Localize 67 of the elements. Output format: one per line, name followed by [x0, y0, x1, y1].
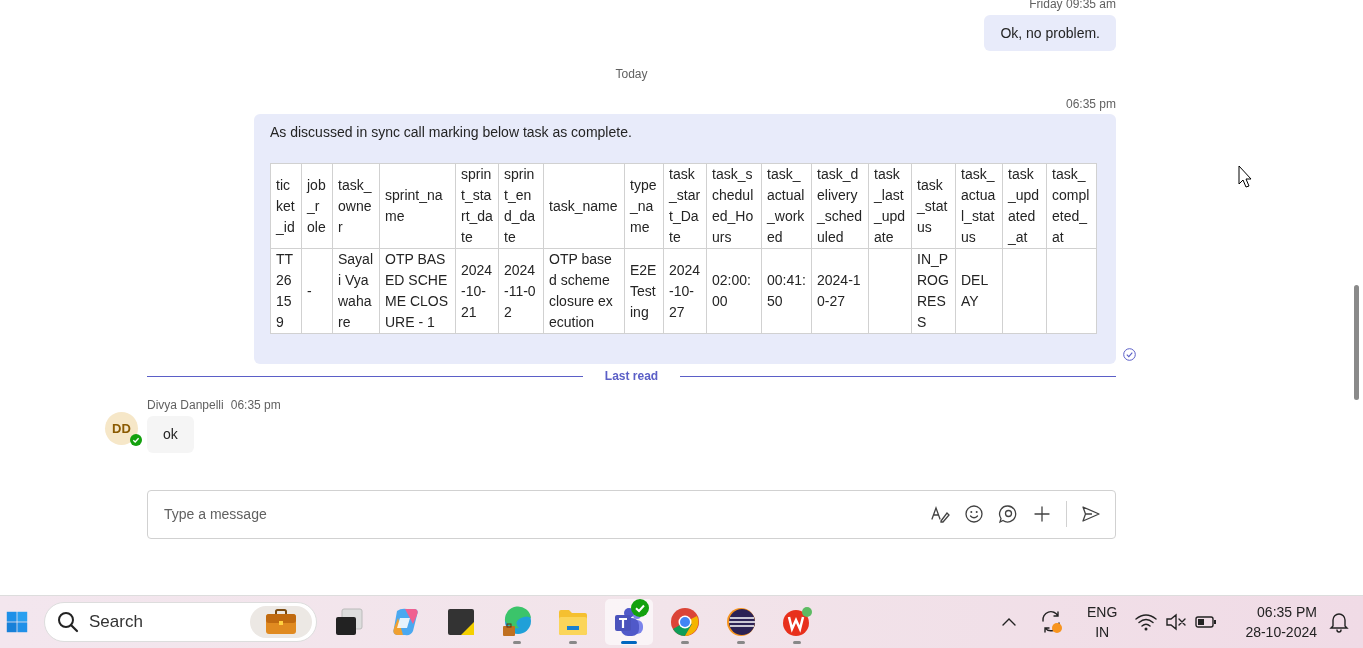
chrome-icon: [669, 606, 701, 638]
table-cell: 2024-10-27: [811, 248, 869, 334]
table-header-cell: job_role: [301, 163, 333, 249]
table-cell: TT26159: [270, 248, 302, 334]
date-divider: Today: [614, 66, 649, 81]
last-read-label: Last read: [603, 368, 660, 385]
clock-time[interactable]: 06:35 PM: [1245, 602, 1317, 622]
table-cell: 2024-10-21: [455, 248, 499, 334]
table-cell: Sayali Vyawahare: [332, 248, 380, 334]
language-indicator[interactable]: ENG: [1087, 602, 1118, 622]
search-icon: [57, 611, 79, 633]
message-timestamp: 06:35 pm: [1065, 96, 1116, 111]
table-header-cell: task_scheduled_Hours: [706, 163, 762, 249]
table-header-cell: task_start_Date: [663, 163, 707, 249]
table-cell: 2024-10-27: [663, 248, 707, 334]
table-header-cell: task_name: [543, 163, 625, 249]
briefcase-icon: [265, 609, 297, 635]
table-cell: 00:41:50: [761, 248, 812, 334]
table-cell: OTP BASED SCHEME CLOSURE - 1: [379, 248, 456, 334]
table-header-cell: sprint_start_date: [455, 163, 499, 249]
table-cell: 02:00:00: [706, 248, 762, 334]
search-input-field[interactable]: Search: [87, 608, 250, 636]
table-header-cell: task_delivery_scheduled: [811, 163, 869, 249]
table-header-cell: ticket_id: [270, 163, 302, 249]
battery-icon[interactable]: [1195, 615, 1218, 629]
wifi-icon[interactable]: [1135, 613, 1158, 631]
clock-date[interactable]: 28-10-2024: [1245, 622, 1317, 642]
scrollbar-thumb[interactable]: [1354, 285, 1359, 400]
task-view-icon: [333, 606, 365, 638]
speaker-muted-icon[interactable]: [1165, 613, 1188, 631]
emoji-icon[interactable]: [964, 504, 984, 524]
table-header-cell: task_last_update: [868, 163, 912, 249]
sender-name: Divya Danpelli: [147, 398, 224, 412]
message-timestamp: 06:35 pm: [230, 398, 281, 412]
table-header-cell: task_completed_at: [1046, 163, 1097, 249]
format-text-icon[interactable]: [930, 504, 950, 524]
send-icon[interactable]: [1081, 504, 1101, 524]
edge-icon: [501, 606, 533, 638]
taskbar-app-button[interactable]: [605, 599, 653, 645]
notification-bell-icon[interactable]: [1329, 611, 1349, 633]
table-header-cell: type_name: [624, 163, 664, 249]
message-bubble: ok: [147, 415, 194, 453]
table-header-cell: task_status: [911, 163, 956, 249]
plus-icon[interactable]: [1032, 504, 1052, 524]
table-header-cell: task_actual_worked: [761, 163, 812, 249]
chat-bubble-icon[interactable]: [998, 504, 1018, 524]
sticky-note-icon: [445, 606, 477, 638]
message-timestamp: Friday 09:35 am: [1029, 0, 1116, 11]
wps-office-icon: [781, 606, 813, 638]
table-cell: E2E Testing: [624, 248, 664, 334]
composer-bar[interactable]: Type a message: [147, 489, 1116, 539]
message-text: As discussed in sync call marking below task as complete.: [270, 123, 633, 142]
table-cell: -: [301, 248, 333, 334]
region-indicator[interactable]: IN: [1087, 622, 1118, 642]
table-cell: 2024-11-02: [498, 248, 544, 334]
table-cell: OTP based scheme closure execution: [543, 248, 625, 334]
table-cell: DELAY: [955, 248, 1003, 334]
table-header-cell: sprint_name: [379, 163, 456, 249]
table-header-cell: task_actual_status: [955, 163, 1003, 249]
taskbar-search-bar[interactable]: Search: [44, 602, 317, 642]
table-header-cell: task_updated_at: [1002, 163, 1047, 249]
mouse-cursor-icon: [1238, 165, 1252, 189]
table-cell: IN_PROGRESS: [911, 248, 956, 334]
table-header-cell: sprint_end_date: [498, 163, 544, 249]
table-header-cell: task_owner: [332, 163, 380, 249]
eclipse-icon: [725, 606, 757, 638]
message-text: Ok, no problem.: [1000, 23, 1100, 43]
